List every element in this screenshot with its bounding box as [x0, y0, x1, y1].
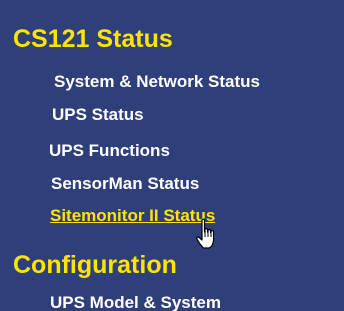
nav-item-ups-model-system[interactable]: UPS Model & System [50, 292, 221, 311]
status-nav-panel: CS121 Status System & Network Status UPS… [0, 0, 344, 311]
hand-pointer-icon [196, 218, 215, 249]
nav-item-system-network-status[interactable]: System & Network Status [54, 71, 260, 93]
section-title-cs121-status: CS121 Status [13, 25, 173, 53]
nav-item-sensorman-status[interactable]: SensorMan Status [51, 173, 199, 195]
section-title-configuration: Configuration [13, 251, 177, 279]
nav-item-ups-functions[interactable]: UPS Functions [49, 140, 170, 162]
nav-item-ups-status[interactable]: UPS Status [52, 104, 144, 126]
nav-item-sitemonitor-ii-status[interactable]: Sitemonitor II Status [50, 205, 215, 227]
